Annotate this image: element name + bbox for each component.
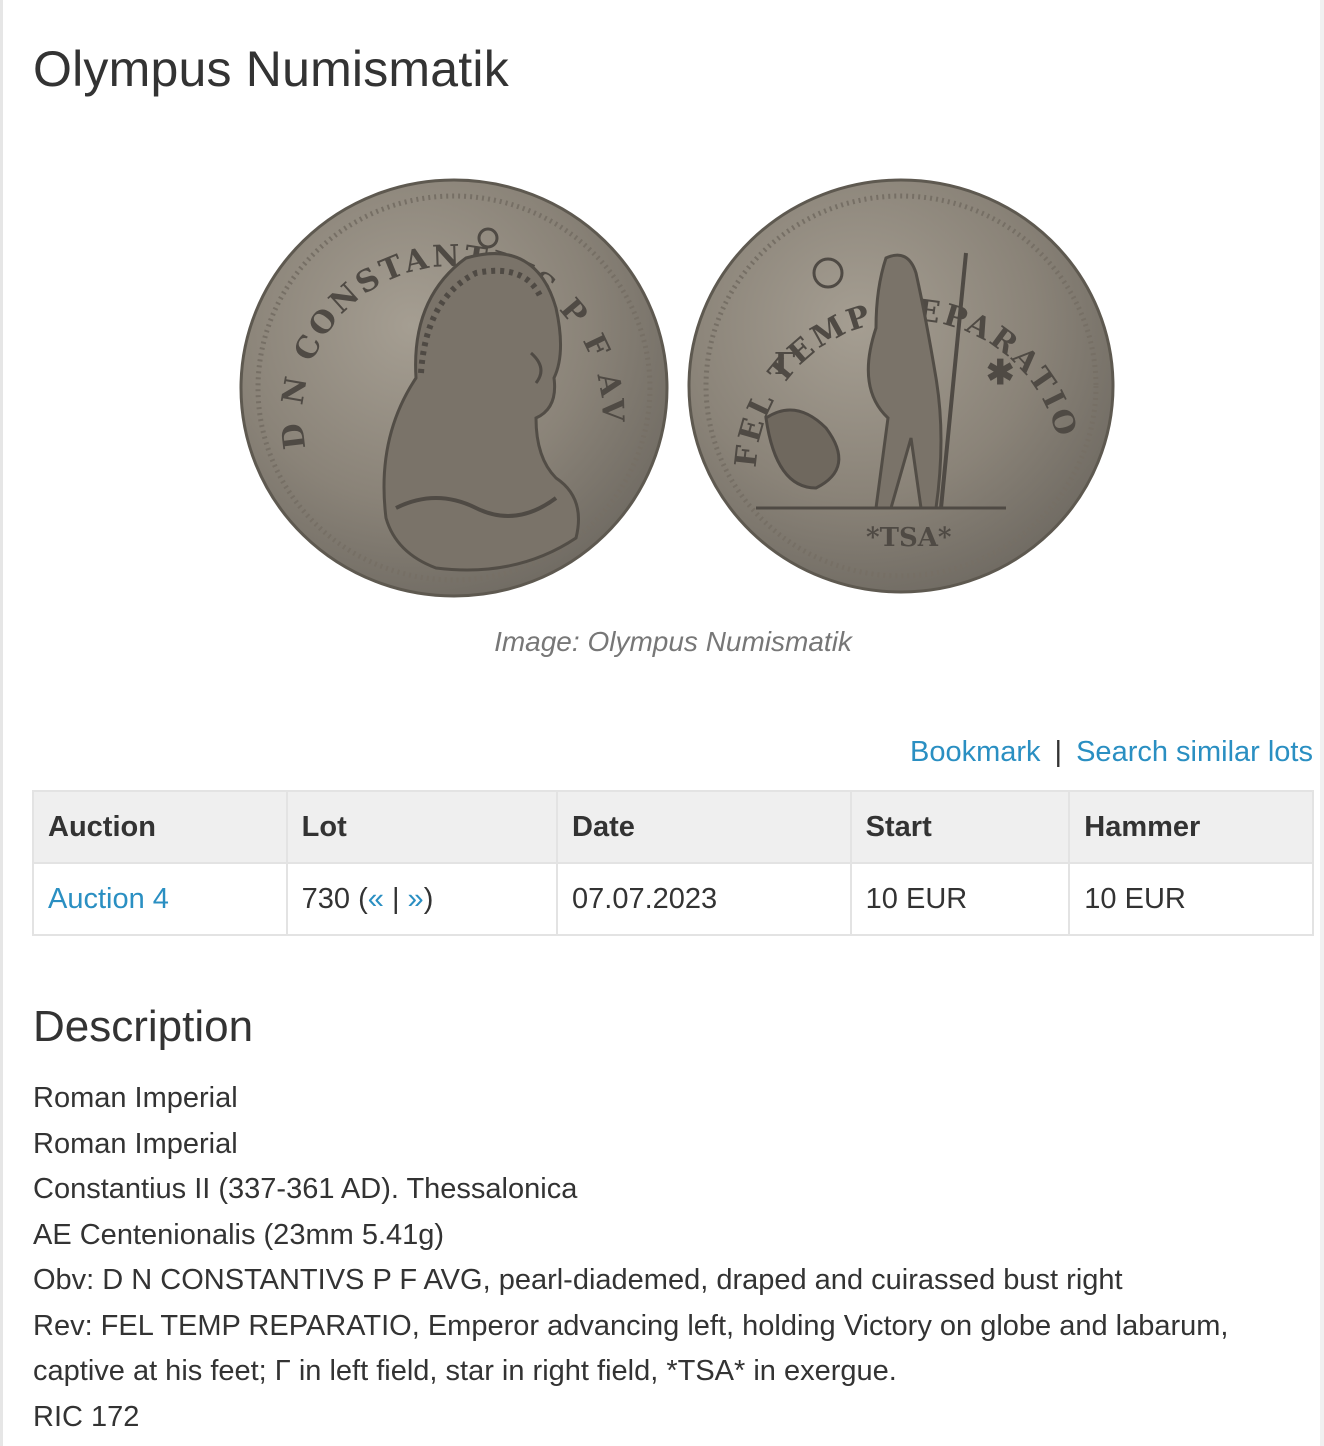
auction-cell: Auction 4 — [32, 862, 288, 936]
left-border — [0, 0, 3, 1446]
image-caption: Image: Olympus Numismatik — [494, 626, 852, 657]
date-cell: 07.07.2023 — [556, 862, 852, 936]
description-line: RIC 172 — [33, 1400, 140, 1433]
reverse-coin: FEL TEMP REPARATIO Γ ✱ *TSA* — [687, 178, 1115, 594]
description-line: AE Centenionalis (23mm 5.41g) — [33, 1218, 445, 1251]
next-lot-link[interactable]: » — [408, 883, 424, 915]
header-start: Start — [849, 790, 1071, 864]
description-line: captive at his feet; Γ in left field, st… — [33, 1355, 897, 1387]
header-date: Date — [556, 790, 852, 864]
description-line: Obv: D N CONSTANTIVS P F AVG, pearl-diad… — [33, 1264, 1123, 1296]
actions-separator: | — [1054, 736, 1063, 768]
header-hammer: Hammer — [1068, 790, 1314, 864]
description-line: Constantius II (337-361 AD). Thessalonic… — [33, 1173, 578, 1205]
table-header-row: Auction Lot Date Start Hammer — [32, 790, 1314, 864]
start-cell: 10 EUR — [849, 862, 1071, 936]
header-lot: Lot — [285, 790, 559, 864]
bookmark-link[interactable]: Bookmark — [910, 736, 1041, 768]
auction-link[interactable]: Auction 4 — [48, 883, 169, 915]
svg-text:Γ: Γ — [774, 347, 795, 382]
hammer-cell: 10 EUR — [1068, 862, 1314, 936]
search-similar-lots-link[interactable]: Search similar lots — [1076, 736, 1313, 768]
description-line: Rev: FEL TEMP REPARATIO, Emperor advanci… — [33, 1309, 1229, 1342]
coin-image[interactable]: D N CONSTANTIVS P F AVG FEL TEMP REPARAT… — [236, 178, 1116, 598]
reverse-exergue: *TSA* — [866, 523, 952, 553]
lot-actions: Bookmark | Search similar lots — [910, 736, 1313, 769]
lot-cell: 730 (« | ») — [285, 862, 559, 936]
page-title: Olympus Numismatik — [33, 41, 509, 97]
description-body: Roman Imperial Roman Imperial Constantiu… — [33, 1076, 1323, 1440]
previous-lot-link[interactable]: « — [368, 883, 384, 915]
lot-nav-separator: | — [383, 882, 408, 915]
header-auction: Auction — [32, 790, 288, 864]
table-row: Auction 4 730 (« | ») 07.07.2023 10 EUR … — [32, 862, 1314, 936]
description-line: Roman Imperial — [33, 1082, 238, 1114]
description-line: Roman Imperial — [33, 1127, 238, 1160]
svg-text:✱: ✱ — [986, 353, 1015, 393]
lot-close-paren: ) — [423, 882, 434, 915]
obverse-coin: D N CONSTANTIVS P F AVG — [236, 178, 669, 598]
description-title: Description — [33, 1002, 254, 1051]
lot-number: 730 ( — [301, 882, 368, 915]
lot-info-table: Auction Lot Date Start Hammer Auction 4 … — [32, 790, 1314, 936]
